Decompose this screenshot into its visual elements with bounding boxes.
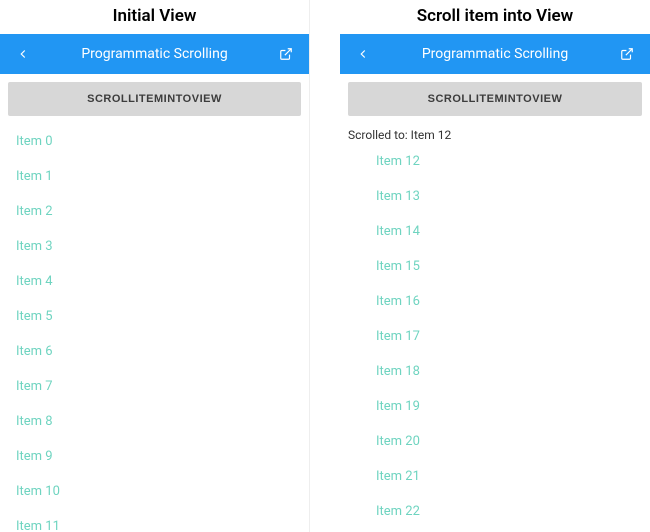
- panel-scrolled: Scroll item into View Programmatic Scrol…: [340, 0, 650, 532]
- button-wrap: SCROLLITEMINTOVIEW: [0, 74, 309, 124]
- list-item[interactable]: Item 15: [340, 249, 650, 284]
- list-item[interactable]: Item 4: [0, 264, 309, 299]
- back-icon[interactable]: [354, 45, 372, 63]
- status-text: Scrolled to: Item 12: [340, 124, 650, 144]
- list-item[interactable]: Item 16: [340, 284, 650, 319]
- list-item[interactable]: Item 14: [340, 214, 650, 249]
- list-item[interactable]: Item 22: [340, 494, 650, 529]
- list-item[interactable]: Item 8: [0, 404, 309, 439]
- app-header: Programmatic Scrolling: [0, 34, 309, 74]
- scroll-item-into-view-button[interactable]: SCROLLITEMINTOVIEW: [348, 82, 642, 116]
- list-item[interactable]: Item 7: [0, 369, 309, 404]
- list-item[interactable]: Item 3: [0, 229, 309, 264]
- item-list[interactable]: Item 12 Item 13 Item 14 Item 15 Item 16 …: [340, 144, 650, 532]
- list-item[interactable]: Item 13: [340, 179, 650, 214]
- button-wrap: SCROLLITEMINTOVIEW: [340, 74, 650, 124]
- back-icon[interactable]: [14, 45, 32, 63]
- panel-title: Scroll item into View: [340, 0, 650, 34]
- list-item[interactable]: Item 20: [340, 424, 650, 459]
- external-link-icon[interactable]: [618, 45, 636, 63]
- external-link-icon[interactable]: [277, 45, 295, 63]
- list-item[interactable]: Item 1: [0, 159, 309, 194]
- list-item[interactable]: Item 10: [0, 474, 309, 509]
- list-item[interactable]: Item 6: [0, 334, 309, 369]
- list-item[interactable]: Item 11: [0, 509, 309, 532]
- item-list[interactable]: Item 0 Item 1 Item 2 Item 3 Item 4 Item …: [0, 124, 309, 532]
- header-title: Programmatic Scrolling: [32, 46, 277, 62]
- list-item[interactable]: Item 19: [340, 389, 650, 424]
- list-item[interactable]: Item 18: [340, 354, 650, 389]
- list-item[interactable]: Item 9: [0, 439, 309, 474]
- app-header: Programmatic Scrolling: [340, 34, 650, 74]
- list-item[interactable]: Item 12: [340, 144, 650, 179]
- list-item[interactable]: Item 0: [0, 124, 309, 159]
- list-item[interactable]: Item 21: [340, 459, 650, 494]
- list-item[interactable]: Item 5: [0, 299, 309, 334]
- panel-initial: Initial View Programmatic Scrolling SCRO…: [0, 0, 310, 532]
- panel-gap: [310, 0, 340, 532]
- header-title: Programmatic Scrolling: [372, 46, 618, 62]
- panel-title: Initial View: [0, 0, 309, 34]
- list-item[interactable]: Item 17: [340, 319, 650, 354]
- list-item[interactable]: Item 2: [0, 194, 309, 229]
- screenshot-container: Initial View Programmatic Scrolling SCRO…: [0, 0, 650, 532]
- scroll-item-into-view-button[interactable]: SCROLLITEMINTOVIEW: [8, 82, 301, 116]
